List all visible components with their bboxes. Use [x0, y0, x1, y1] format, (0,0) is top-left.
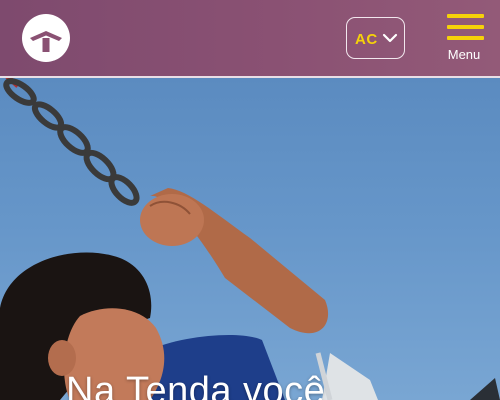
hamburger-menu-icon	[447, 14, 484, 18]
menu-label: Menu	[447, 47, 481, 62]
chevron-down-icon	[382, 33, 398, 43]
state-selector-value: AC	[355, 31, 378, 48]
hero-headline: Na Tenda você	[66, 370, 326, 400]
state-selector[interactable]: AC	[346, 17, 405, 59]
hero-banner: Na Tenda você	[0, 78, 500, 400]
tenda-logo-icon[interactable]	[22, 14, 70, 62]
menu-button[interactable]: Menu	[440, 14, 488, 64]
child-on-swing-photo	[0, 78, 500, 400]
site-header: AC Menu	[0, 0, 500, 78]
